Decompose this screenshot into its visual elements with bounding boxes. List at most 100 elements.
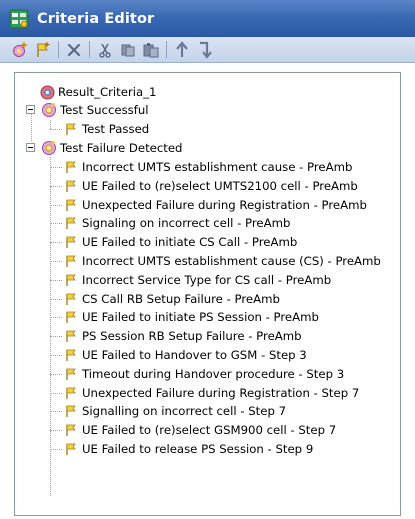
copy-icon	[120, 42, 136, 58]
tree-connector	[50, 223, 62, 224]
tree-item[interactable]: Timeout during Handover procedure - Step…	[63, 365, 344, 383]
move-up-icon	[175, 40, 189, 59]
tree-item-label: UE Failed to (re)select GSM900 cell - St…	[82, 423, 337, 437]
criteria-item-icon	[63, 309, 79, 325]
tree-item[interactable]: Unexpected Failure during Registration -…	[63, 384, 359, 402]
cut-button[interactable]	[94, 39, 116, 61]
add-criteria-button[interactable]	[9, 39, 31, 61]
tree-connector	[50, 374, 62, 375]
tree-connector	[50, 336, 62, 337]
expander-test-successful[interactable]	[26, 105, 35, 114]
success-group-icon	[41, 102, 57, 118]
tree-item-label: UE Failed to Handover to GSM - Step 3	[82, 348, 307, 362]
delete-icon	[66, 42, 82, 58]
delete-button[interactable]	[63, 39, 85, 61]
criteria-tree[interactable]: Result_Criteria_1 Test Successful Test P…	[14, 72, 401, 516]
tree-item[interactable]: Incorrect UMTS establishment cause (CS) …	[63, 252, 381, 270]
window-title: Criteria Editor	[37, 10, 155, 27]
tree-item-label: UE Failed to initiate PS Session - PreAm…	[82, 310, 319, 324]
criteria-editor-window: Criteria Editor Result_Criteria_1 Test S…	[0, 0, 415, 519]
toolbar	[0, 37, 415, 63]
tree-item-label: UE Failed to (re)select UMTS2100 cell - …	[82, 179, 358, 193]
toolbar-separator	[89, 41, 90, 58]
tree-item[interactable]: UE Failed to release PS Session - Step 9	[63, 440, 313, 458]
criteria-item-icon	[63, 366, 79, 382]
add-result-icon	[34, 41, 52, 59]
criteria-item-icon	[63, 328, 79, 344]
tree-connector	[50, 430, 62, 431]
result-criteria-icon	[39, 84, 55, 100]
expander-test-failure-detected[interactable]	[26, 143, 35, 152]
tree-group-test-successful[interactable]: Test Successful	[41, 101, 149, 119]
criteria-item-icon	[63, 159, 79, 175]
criteria-item-icon	[63, 422, 79, 438]
tree-item[interactable]: Unexpected Failure during Registration -…	[63, 196, 367, 214]
tree-item[interactable]: UE Failed to initiate PS Session - PreAm…	[63, 308, 319, 326]
tree-item[interactable]: Signaling on incorrect cell - PreAmb	[63, 214, 290, 232]
title-bar[interactable]: Criteria Editor	[0, 0, 415, 37]
tree-item[interactable]: CS Call RB Setup Failure - PreAmb	[63, 290, 280, 308]
paste-button[interactable]	[140, 39, 162, 61]
tree-item-label: PS Session RB Setup Failure - PreAmb	[82, 329, 302, 343]
tree-item[interactable]: UE Failed to (re)select GSM900 cell - St…	[63, 421, 336, 439]
tree-item-test-passed[interactable]: Test Passed	[63, 120, 149, 138]
tree-connector	[50, 205, 62, 206]
tree-item-label: UE Failed to initiate CS Call - PreAmb	[82, 235, 298, 249]
tree-root-label: Result_Criteria_1	[58, 85, 157, 99]
criteria-item-icon	[63, 291, 79, 307]
criteria-editor-icon	[8, 8, 30, 30]
criteria-item-icon	[63, 215, 79, 231]
tree-group-test-failure-detected[interactable]: Test Failure Detected	[41, 139, 182, 157]
tree-connector	[50, 157, 51, 496]
criteria-item-icon	[63, 121, 79, 137]
tree-item-label: Signaling on incorrect cell - PreAmb	[82, 216, 291, 230]
cut-icon	[97, 42, 113, 58]
tree-connector	[50, 167, 62, 168]
move-down-icon	[197, 41, 213, 59]
tree-item-label: Incorrect Service Type for CS call - Pre…	[82, 273, 332, 287]
tree-connector	[50, 242, 62, 243]
tree-connector	[50, 299, 62, 300]
tree-item[interactable]: UE Failed to initiate CS Call - PreAmb	[63, 233, 297, 251]
tree-item[interactable]: UE Failed to (re)select UMTS2100 cell - …	[63, 177, 358, 195]
tree-item[interactable]: Incorrect Service Type for CS call - Pre…	[63, 271, 331, 289]
criteria-item-icon	[63, 441, 79, 457]
add-result-button[interactable]	[32, 39, 54, 61]
criteria-item-icon	[63, 253, 79, 269]
tree-group-label: Test Successful	[60, 103, 149, 117]
move-down-button[interactable]	[194, 39, 216, 61]
tree-connector	[50, 120, 51, 129]
tree-item-label: Test Passed	[82, 122, 150, 136]
tree-item-label: Signalling on incorrect cell - Step 7	[82, 404, 287, 418]
tree-connector	[50, 261, 62, 262]
add-criteria-icon	[11, 41, 29, 59]
tree-connector	[50, 129, 62, 130]
criteria-item-icon	[63, 347, 79, 363]
tree-item-label: Unexpected Failure during Registration -…	[82, 198, 367, 212]
tree-item[interactable]: UE Failed to Handover to GSM - Step 3	[63, 346, 307, 364]
tree-connector	[50, 355, 62, 356]
criteria-item-icon	[63, 178, 79, 194]
tree-root[interactable]: Result_Criteria_1	[39, 83, 156, 101]
toolbar-separator	[58, 41, 59, 58]
move-up-button[interactable]	[171, 39, 193, 61]
tree-connector	[50, 393, 62, 394]
criteria-item-icon	[63, 403, 79, 419]
tree-group-label: Test Failure Detected	[60, 141, 183, 155]
criteria-item-icon	[63, 234, 79, 250]
tree-item-label: Incorrect UMTS establishment cause - Pre…	[82, 160, 353, 174]
paste-icon	[142, 42, 160, 58]
tree-item[interactable]: Incorrect UMTS establishment cause - Pre…	[63, 158, 352, 176]
tree-item-label: Unexpected Failure during Registration -…	[82, 386, 360, 400]
tree-item[interactable]: Signalling on incorrect cell - Step 7	[63, 402, 286, 420]
tree-item-label: UE Failed to release PS Session - Step 9	[82, 442, 314, 456]
criteria-item-icon	[63, 385, 79, 401]
criteria-item-icon	[63, 272, 79, 288]
tree-item[interactable]: PS Session RB Setup Failure - PreAmb	[63, 327, 302, 345]
copy-button[interactable]	[117, 39, 139, 61]
toolbar-separator	[166, 41, 167, 58]
tree-connector	[50, 186, 62, 187]
tree-item-label: Timeout during Handover procedure - Step…	[82, 367, 345, 381]
tree-connector	[50, 280, 62, 281]
tree-connector	[50, 449, 62, 450]
